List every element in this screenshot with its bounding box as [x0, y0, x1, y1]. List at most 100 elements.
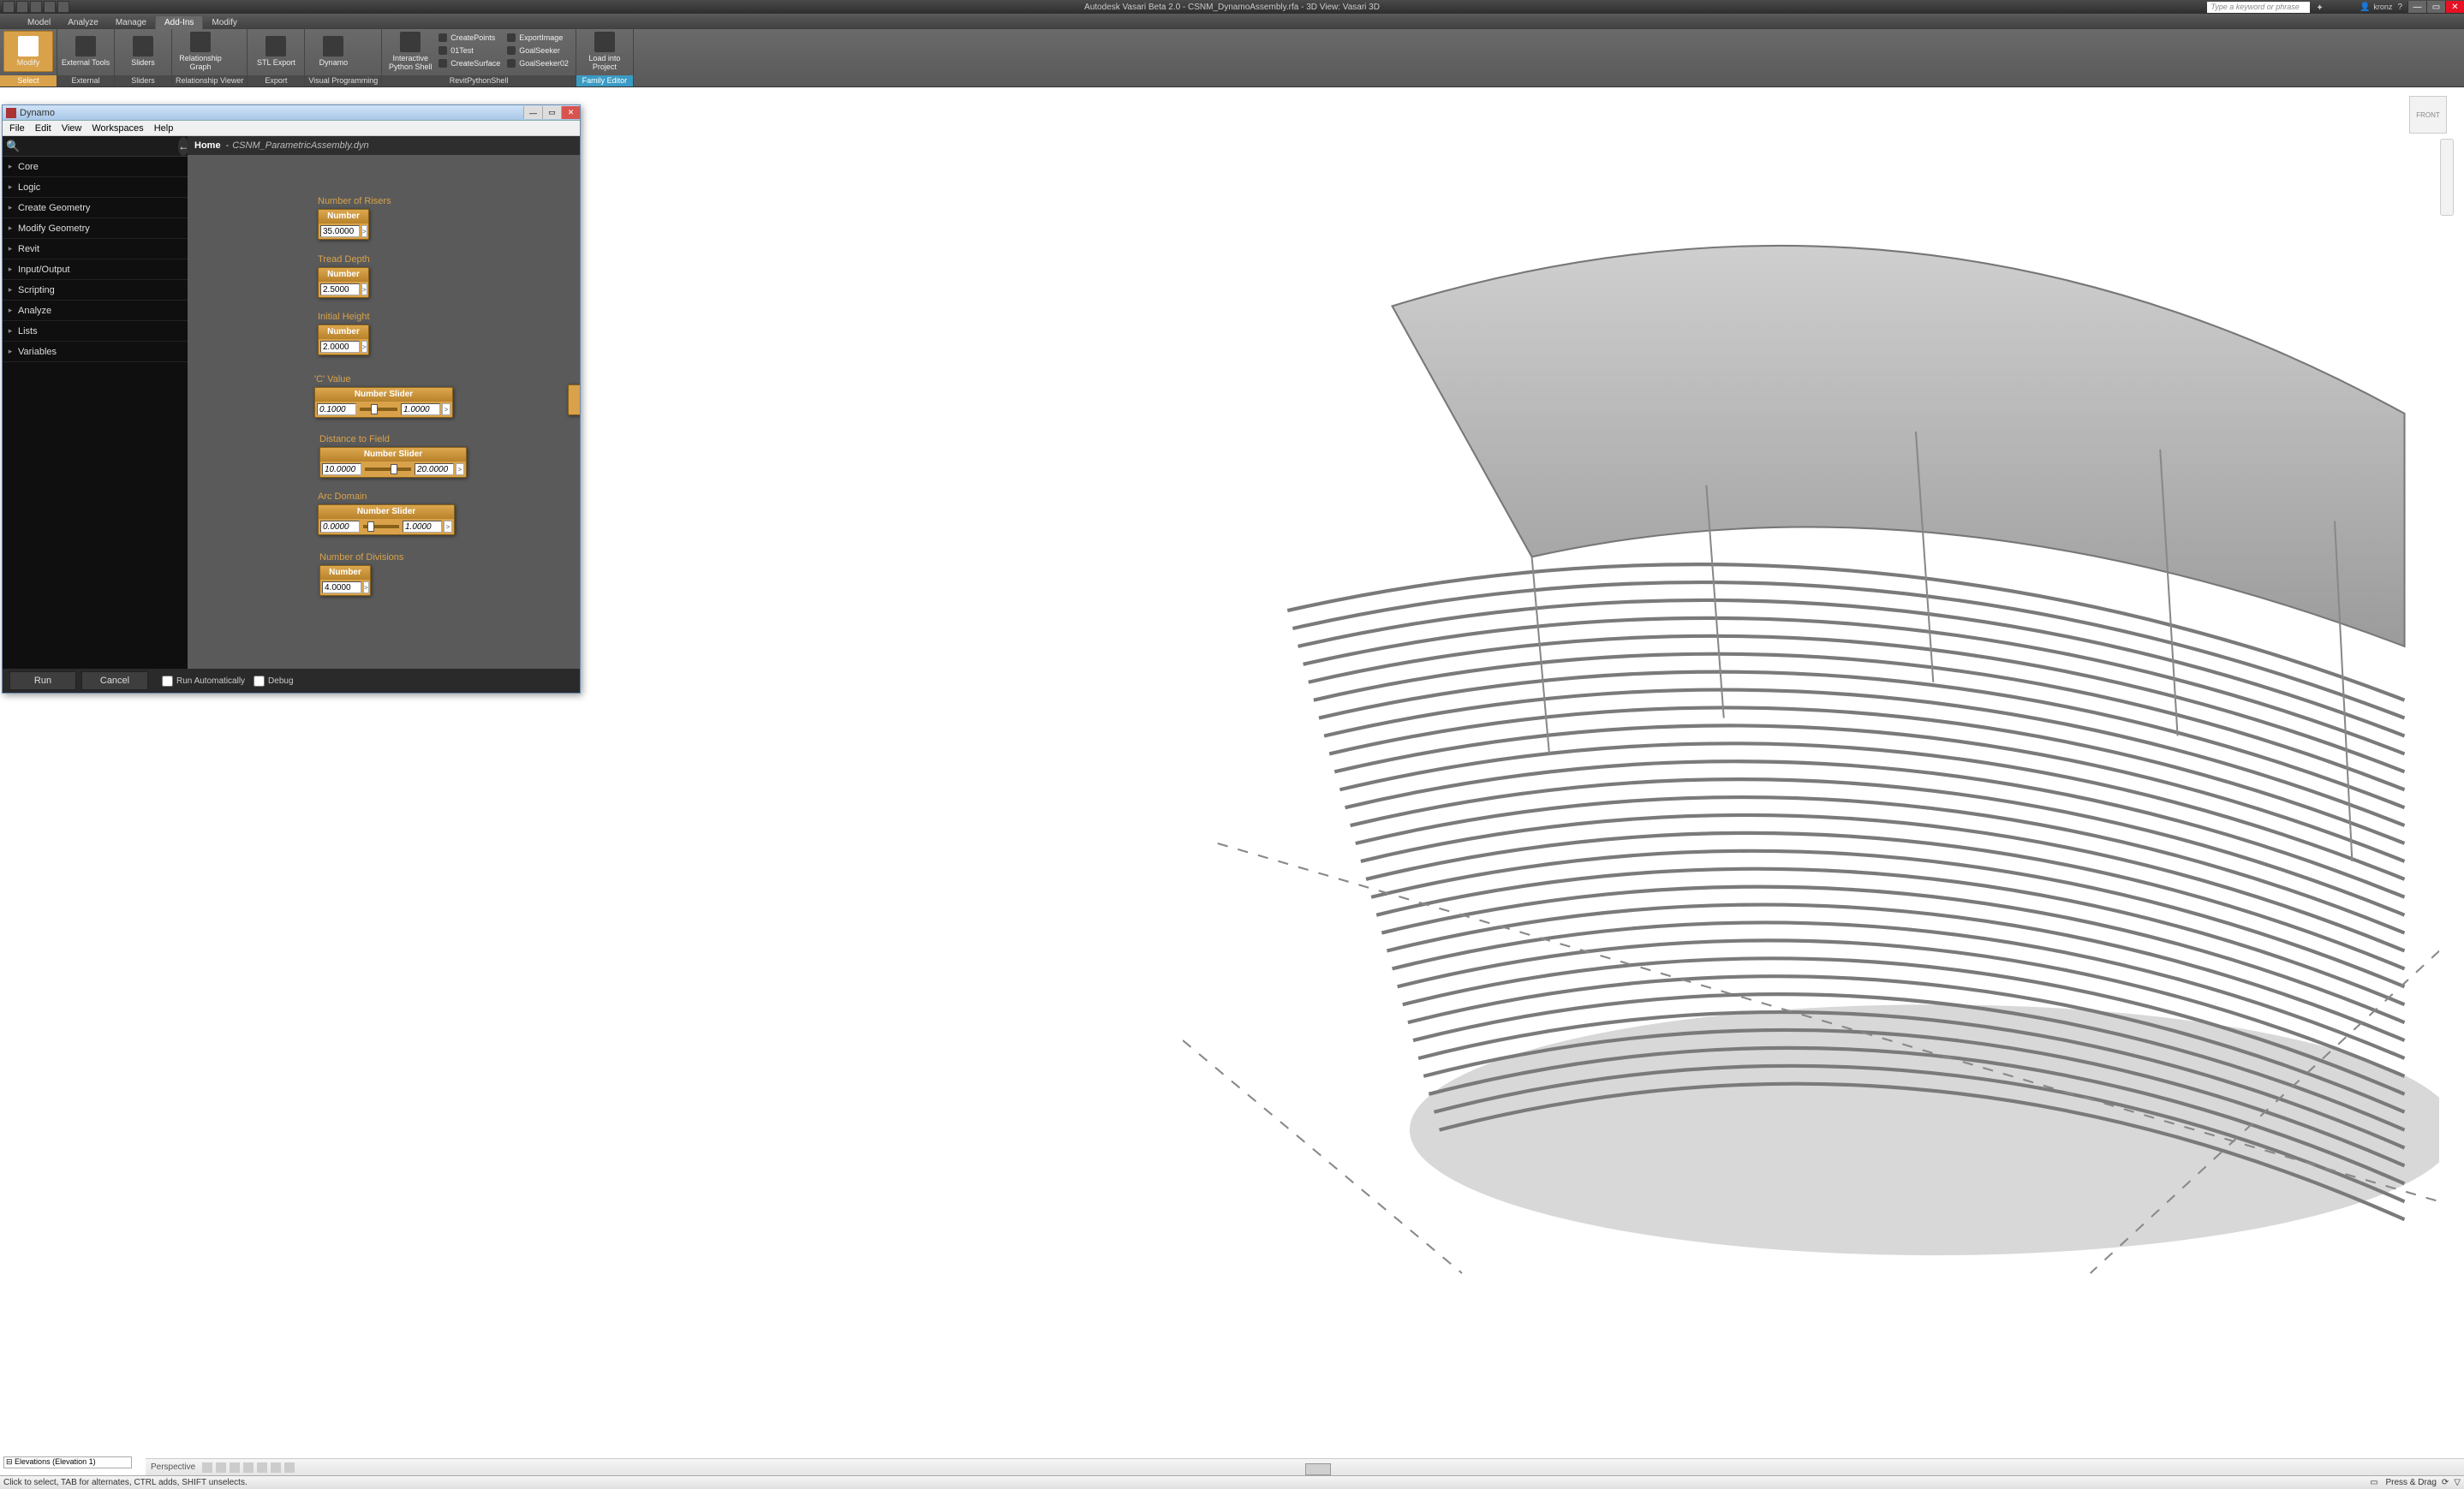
help-search-input[interactable]: Type a keyword or phrase: [2207, 2, 2310, 13]
dynamo-slider-min[interactable]: [320, 521, 360, 533]
ribbon-small-button[interactable]: CreatePoints: [437, 31, 502, 44]
ribbon-tab-addins[interactable]: Add-Ins: [155, 15, 203, 29]
dynamo-cancel-button[interactable]: Cancel: [81, 671, 148, 690]
dynamo-node[interactable]: Initial HeightNumber>: [318, 312, 370, 355]
vc-visual-style-icon[interactable]: [202, 1462, 212, 1473]
dynamo-slider-track[interactable]: [363, 525, 399, 528]
window-restore-button[interactable]: ▭: [2426, 1, 2445, 13]
vc-crop-icon[interactable]: [257, 1462, 267, 1473]
ribbon-small-button[interactable]: GoalSeeker: [505, 44, 570, 57]
star-icon[interactable]: ✦: [2316, 3, 2326, 14]
dynamo-output-port[interactable]: >: [444, 521, 452, 533]
dynamo-node[interactable]: Distance to FieldNumber Slider>: [319, 434, 467, 478]
user-name[interactable]: kronz: [2373, 3, 2392, 11]
project-browser-item[interactable]: ⊟ Elevations (Elevation 1): [3, 1456, 132, 1468]
dynamo-debug-toggle[interactable]: Debug: [254, 676, 293, 687]
horizontal-scroll-thumb[interactable]: [1305, 1463, 1331, 1475]
dynamo-slider-thumb[interactable]: [367, 521, 374, 532]
vc-hide-icon[interactable]: [271, 1462, 281, 1473]
ribbon-tab-modify[interactable]: Modify: [203, 16, 245, 29]
dynamo-slider-track[interactable]: [360, 408, 397, 411]
ribbon-tab-model[interactable]: Model: [19, 16, 59, 29]
dynamo-category[interactable]: ▸Input/Output: [3, 259, 188, 280]
dynamo-category[interactable]: ▸Revit: [3, 239, 188, 259]
dynamo-slider-min[interactable]: [322, 463, 361, 475]
dynamo-category[interactable]: ▸Analyze: [3, 301, 188, 321]
window-minimize-button[interactable]: —: [2407, 1, 2426, 13]
ribbon-button[interactable]: Load into Project: [580, 31, 629, 72]
ribbon-tab-analyze[interactable]: Analyze: [59, 16, 107, 29]
dynamo-slider-min[interactable]: [317, 403, 356, 415]
dynamo-category[interactable]: ▸Scripting: [3, 280, 188, 301]
ribbon-small-button[interactable]: ExportImage: [505, 31, 570, 44]
ribbon-button[interactable]: External Tools: [61, 31, 110, 72]
dynamo-close-button[interactable]: ✕: [561, 106, 580, 119]
vc-reveal-icon[interactable]: [284, 1462, 295, 1473]
dynamo-category[interactable]: ▸Create Geometry: [3, 198, 188, 218]
dynamo-output-port[interactable]: >: [361, 341, 367, 353]
ribbon-button[interactable]: Sliders: [118, 31, 168, 72]
vc-shadows-icon[interactable]: [230, 1462, 240, 1473]
dynamo-menu-help[interactable]: Help: [154, 123, 174, 134]
dynamo-menu-edit[interactable]: Edit: [35, 123, 51, 134]
dynamo-run-button[interactable]: Run: [9, 671, 76, 690]
dynamo-category[interactable]: ▸Logic: [3, 177, 188, 198]
dynamo-number-input[interactable]: [322, 581, 361, 593]
ribbon-small-button[interactable]: GoalSeeker02: [505, 57, 570, 69]
dynamo-menu-file[interactable]: File: [9, 123, 25, 134]
dynamo-output-port[interactable]: >: [361, 283, 367, 295]
dynamo-slider-track[interactable]: [365, 468, 411, 471]
ribbon-small-button[interactable]: CreateSurface: [437, 57, 502, 69]
ribbon-button[interactable]: Relationship Graph: [176, 31, 225, 72]
nav-bar[interactable]: [2440, 139, 2454, 216]
dynamo-node[interactable]: Number of RisersNumber>: [318, 196, 391, 240]
dynamo-auto-run-toggle[interactable]: Run Automatically: [162, 676, 245, 687]
dynamo-output-port[interactable]: >: [361, 225, 367, 237]
ribbon-small-button[interactable]: 01Test: [437, 44, 502, 57]
ribbon-button[interactable]: Interactive Python Shell: [385, 31, 435, 72]
dynamo-debug-checkbox[interactable]: [254, 676, 265, 687]
dynamo-auto-run-checkbox[interactable]: [162, 676, 173, 687]
dynamo-minimize-button[interactable]: —: [523, 106, 542, 119]
viewcube[interactable]: FRONT: [2409, 96, 2447, 134]
dynamo-maximize-button[interactable]: ▭: [542, 106, 561, 119]
dynamo-node[interactable]: 'C' ValueNumber Slider>: [314, 374, 453, 418]
qat-save-icon[interactable]: [30, 1, 42, 13]
qat-open-icon[interactable]: [16, 1, 28, 13]
dynamo-node-partial[interactable]: [568, 384, 580, 415]
dynamo-canvas[interactable]: Home - CSNM_ParametricAssembly.dyn Numbe…: [188, 136, 580, 669]
qat-undo-icon[interactable]: [44, 1, 56, 13]
dynamo-menu-view[interactable]: View: [62, 123, 82, 134]
dynamo-category[interactable]: ▸Core: [3, 157, 188, 177]
dynamo-node[interactable]: Arc DomainNumber Slider>: [318, 491, 455, 535]
dynamo-output-port[interactable]: >: [363, 581, 369, 593]
dynamo-slider-thumb[interactable]: [391, 464, 397, 474]
ribbon-button[interactable]: Dynamo: [308, 31, 358, 72]
dynamo-tab-home[interactable]: Home: [194, 140, 221, 151]
view-mode[interactable]: Perspective: [151, 1462, 195, 1472]
dynamo-menu-workspaces[interactable]: Workspaces: [92, 123, 143, 134]
dynamo-output-port[interactable]: >: [442, 403, 450, 415]
ribbon-button[interactable]: Modify: [3, 31, 53, 72]
dynamo-slider-max[interactable]: [401, 403, 440, 415]
dynamo-slider-max[interactable]: [415, 463, 454, 475]
ribbon-tab-manage[interactable]: Manage: [107, 16, 155, 29]
dynamo-search-input[interactable]: [20, 136, 178, 156]
dynamo-number-input[interactable]: [320, 283, 360, 295]
dynamo-number-input[interactable]: [320, 225, 360, 237]
qat-app-icon[interactable]: [3, 1, 15, 13]
vc-render-icon[interactable]: [243, 1462, 254, 1473]
qat-redo-icon[interactable]: [57, 1, 69, 13]
ribbon-button[interactable]: STL Export: [251, 31, 301, 72]
key-icon[interactable]: [2330, 0, 2341, 10]
dynamo-category[interactable]: ▸Variables: [3, 342, 188, 362]
status-icon-2[interactable]: ▽: [2454, 1478, 2461, 1487]
dynamo-category[interactable]: ▸Lists: [3, 321, 188, 342]
exchange-icon[interactable]: [2345, 0, 2355, 10]
dynamo-node[interactable]: Tread DepthNumber>: [318, 254, 370, 298]
dynamo-titlebar[interactable]: Dynamo — ▭ ✕: [3, 105, 580, 121]
vc-sunpath-icon[interactable]: [216, 1462, 226, 1473]
user-avatar-icon[interactable]: 👤: [2360, 3, 2370, 12]
dynamo-number-input[interactable]: [320, 341, 360, 353]
dynamo-category[interactable]: ▸Modify Geometry: [3, 218, 188, 239]
